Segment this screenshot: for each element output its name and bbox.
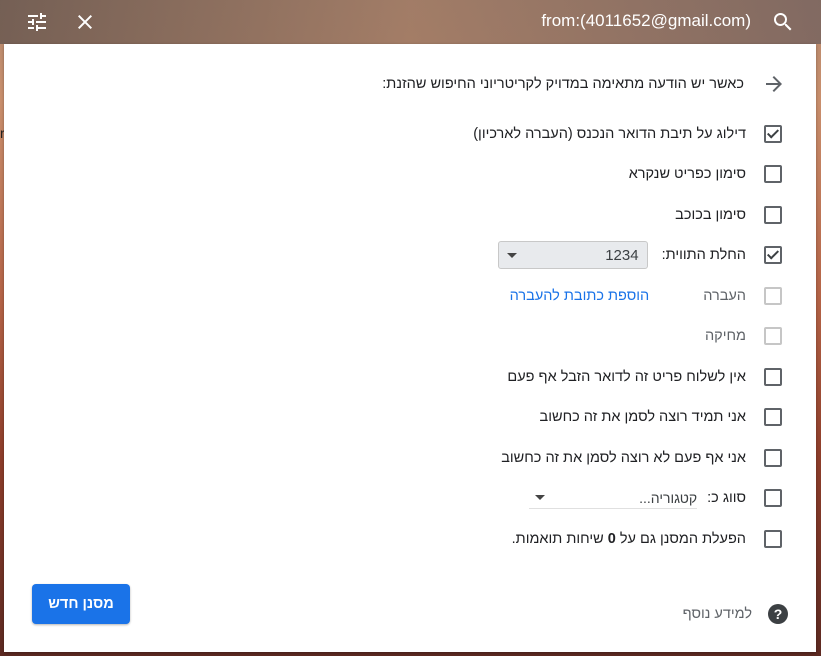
arrow-forward-icon [762, 72, 786, 96]
always-important-label[interactable]: אני תמיד רוצה לסמן את זה כחשוב [540, 409, 746, 425]
dropdown-caret-icon [535, 495, 546, 500]
search-query-text[interactable]: from:(4011652@gmail.com) [541, 11, 751, 31]
option-skip-inbox[interactable]: דילוג על תיבת הדואר הנכנס (העברה לארכיון… [473, 122, 786, 146]
add-forwarding-address-link[interactable]: הוספת כתובת להעברה [510, 288, 650, 304]
also-apply-prefix: הפעלת המסנן גם על [619, 531, 746, 547]
category-select[interactable]: קטגוריה... [529, 487, 698, 509]
apply-label-label[interactable]: החלת התווית: [662, 247, 746, 263]
never-spam-label[interactable]: אין לשלוח פריט זה לדואר הזבל אף פעם [507, 369, 746, 385]
help-icon[interactable]: ? [768, 604, 788, 624]
option-delete: מחיקה [705, 324, 786, 348]
categorize-label[interactable]: סווג כ: [707, 490, 746, 506]
learn-more[interactable]: ? למידע נוסף [683, 604, 788, 624]
also-apply-checkbox[interactable] [764, 530, 782, 548]
option-never-spam[interactable]: אין לשלוח פריט זה לדואר הזבל אף פעם [507, 365, 786, 389]
option-star[interactable]: סימון בכוכב [675, 203, 786, 227]
option-mark-read[interactable]: סימון כפריט שנקרא [629, 162, 786, 186]
never-important-label[interactable]: אני אף פעם לא רוצה לסמן את זה כחשוב [501, 450, 746, 466]
forward-label: העברה [703, 288, 746, 304]
categorize-checkbox[interactable] [764, 489, 782, 507]
tune-icon[interactable] [25, 10, 49, 34]
filter-header-text: כאשר יש הודעה מתאימה במדויק לקריטריוני ה… [382, 76, 744, 92]
delete-label: מחיקה [704, 328, 746, 344]
skip-inbox-checkbox[interactable] [764, 125, 782, 143]
search-icon[interactable] [771, 10, 795, 34]
filter-header: כאשר יש הודעה מתאימה במדויק לקריטריוני ה… [382, 72, 786, 96]
star-checkbox[interactable] [764, 206, 782, 224]
forward-checkbox [764, 287, 782, 305]
label-select[interactable]: 1234 [497, 241, 648, 269]
close-icon[interactable] [73, 10, 97, 34]
matching-count: 0 [607, 531, 616, 547]
option-always-important[interactable]: אני תמיד רוצה לסמן את זה כחשוב [540, 405, 786, 429]
option-also-apply[interactable]: הפעלת המסנן גם על 0 שיחות תואמות. [512, 527, 786, 551]
never-spam-checkbox[interactable] [764, 368, 782, 386]
learn-more-link[interactable]: למידע נוסף [683, 606, 752, 622]
never-important-checkbox[interactable] [764, 449, 782, 467]
filter-options-panel: כאשר יש הודעה מתאימה במדויק לקריטריוני ה… [4, 44, 816, 652]
option-forward: העברה הוספת כתובת להעברה [510, 284, 786, 308]
option-categorize[interactable]: סווג כ: קטגוריה... [529, 486, 786, 510]
skip-inbox-label[interactable]: דילוג על תיבת הדואר הנכנס (העברה לארכיון… [473, 126, 746, 142]
label-select-value: 1234 [605, 246, 639, 264]
star-label[interactable]: סימון בכוכב [675, 207, 746, 223]
category-select-value: קטגוריה... [639, 489, 698, 506]
always-important-checkbox[interactable] [764, 408, 782, 426]
delete-checkbox [764, 327, 782, 345]
also-apply-suffix: שיחות תואמות. [511, 531, 604, 547]
option-apply-label[interactable]: החלת התווית: 1234 [497, 241, 786, 269]
also-apply-label[interactable]: הפעלת המסנן גם על 0 שיחות תואמות. [512, 531, 746, 547]
option-never-important[interactable]: אני אף פעם לא רוצה לסמן את זה כחשוב [501, 446, 786, 470]
apply-label-checkbox[interactable] [764, 246, 782, 264]
create-filter-button[interactable]: מסנן חדש [32, 584, 130, 624]
mark-read-checkbox[interactable] [764, 165, 782, 183]
dropdown-caret-icon [506, 252, 517, 258]
search-bar: from:(4011652@gmail.com) [0, 0, 821, 44]
mark-read-label[interactable]: סימון כפריט שנקרא [629, 166, 746, 182]
